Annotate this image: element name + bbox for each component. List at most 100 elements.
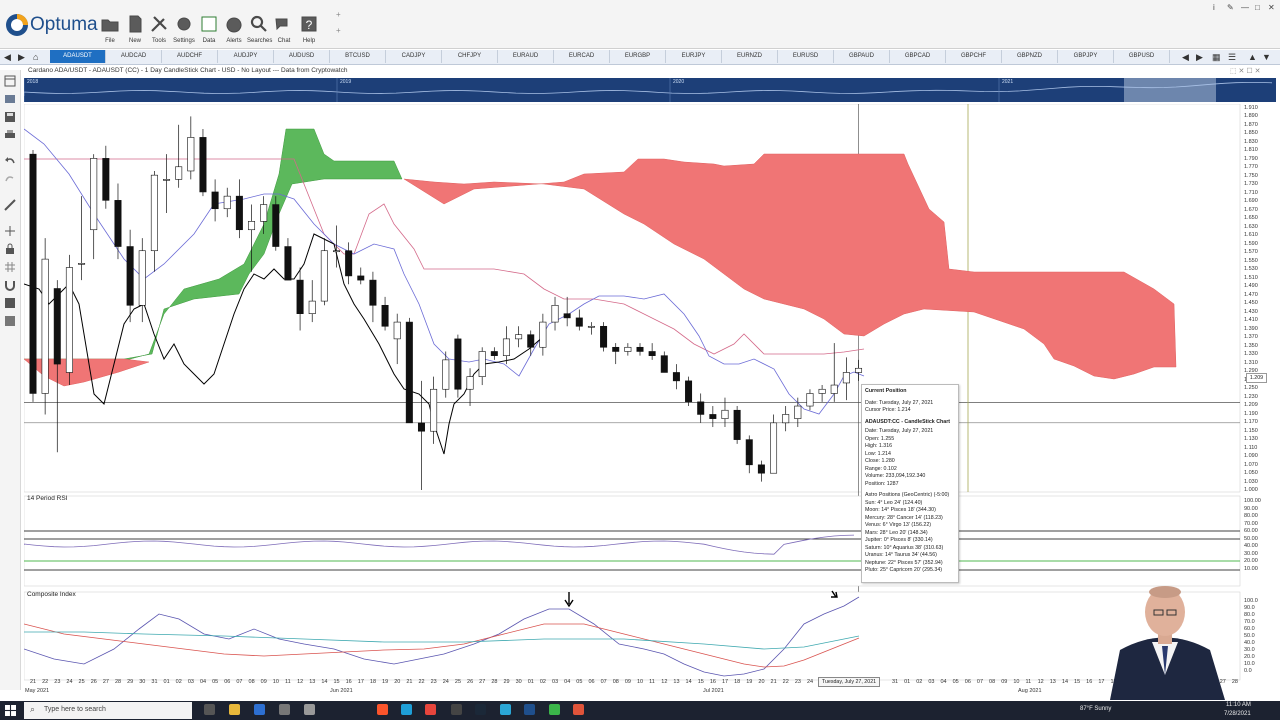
tabs-list-icon[interactable]: ☰ <box>1228 52 1236 63</box>
candle-body <box>357 275 365 281</box>
draw-tool-icon[interactable] <box>4 199 16 211</box>
clock-time[interactable]: 11:10 AM <box>1226 702 1251 708</box>
layout-icon[interactable] <box>4 75 16 87</box>
crosshair-icon[interactable] <box>4 225 16 237</box>
tab-gbpaud[interactable]: GBPAUD <box>834 50 890 63</box>
tab-audcad[interactable]: AUDCAD <box>106 50 162 63</box>
properties-icon[interactable] <box>4 297 16 309</box>
toolbar-searches-button[interactable]: Searches <box>247 14 272 44</box>
month-axis-label: Jul 2021 <box>703 688 724 694</box>
app-icon[interactable] <box>451 704 462 715</box>
undo-icon[interactable] <box>4 155 16 167</box>
store-icon[interactable] <box>254 704 265 715</box>
date-axis-label: 04 <box>940 679 947 685</box>
tab-scroll-left-icon[interactable]: ◀ <box>1182 52 1189 63</box>
tab-eurcad[interactable]: EURCAD <box>554 50 610 63</box>
expand-plus-icon-2[interactable]: + <box>336 26 341 35</box>
workbook-icon[interactable] <box>4 93 16 105</box>
tab-eurnzd[interactable]: EURNZD <box>722 50 778 63</box>
tab-scroll-up-icon[interactable]: ▲ <box>1248 52 1257 62</box>
optuma-taskbar-icon[interactable] <box>524 704 535 715</box>
overview-year-label: 2019 <box>340 79 351 85</box>
steam-icon[interactable] <box>475 704 486 715</box>
alienware-icon[interactable] <box>304 704 315 715</box>
maximize-icon[interactable]: □ <box>1255 3 1260 12</box>
tab-cadjpy[interactable]: CADJPY <box>386 50 442 63</box>
home-icon[interactable]: ⌂ <box>33 52 38 62</box>
tab-scroll-right-icon[interactable]: ▶ <box>1196 52 1203 63</box>
file-explorer-icon[interactable] <box>229 704 240 715</box>
tab-audjpy[interactable]: AUDJPY <box>218 50 274 63</box>
chart-window-controls[interactable]: ⬚ ✕ ☐ ✕ <box>1230 67 1260 75</box>
date-axis-label: 10 <box>1013 679 1020 685</box>
tab-gbpchf[interactable]: GBPCHF <box>946 50 1002 63</box>
magnet-icon[interactable] <box>4 279 16 291</box>
tab-adausdt[interactable]: ADAUSDT <box>50 50 106 63</box>
app-icon-2[interactable] <box>500 704 511 715</box>
tab-audchf[interactable]: AUDCHF <box>162 50 218 63</box>
tab-btcusd[interactable]: BTCUSD <box>330 50 386 63</box>
tab-scroll-down-icon[interactable]: ▼ <box>1262 52 1271 62</box>
price-axis-label: 1.850 <box>1244 130 1258 137</box>
toolbar-settings-button[interactable]: Settings <box>172 14 196 44</box>
pin-icon[interactable]: ✎ <box>1227 3 1234 12</box>
rsi-axis-label: 30.00 <box>1244 550 1258 557</box>
task-view-icon[interactable] <box>204 704 215 715</box>
toolbar-help-button[interactable]: ? Help <box>297 14 321 44</box>
date-axis-label: 09 <box>1001 679 1008 685</box>
tab-eurgbp[interactable]: EURGBP <box>610 50 666 63</box>
date-axis-label: 02 <box>175 679 182 685</box>
price-axis-label: 1.530 <box>1244 266 1258 273</box>
candle-body <box>782 414 790 424</box>
price-axis-label: 1.610 <box>1244 232 1258 239</box>
info-icon[interactable]: i <box>1213 3 1215 12</box>
tabs-menu-icon[interactable]: ▦ <box>1212 52 1221 63</box>
tab-gbpusd[interactable]: GBPUSD <box>1114 50 1170 63</box>
candle-body <box>272 204 280 247</box>
lock-icon[interactable] <box>4 243 16 255</box>
toolbar-alerts-button[interactable]: Alerts <box>222 14 246 44</box>
toolbar-chat-button[interactable]: Chat <box>272 14 296 44</box>
back-arrow-icon[interactable]: ◀ <box>4 52 11 63</box>
camtasia-icon[interactable] <box>549 704 560 715</box>
toolbar-data-button[interactable]: Data <box>197 14 221 44</box>
toolbar-help-label: Help <box>302 38 316 44</box>
composite-axis-label: 40.0 <box>1244 640 1255 646</box>
notes-icon[interactable] <box>4 315 16 327</box>
save-icon[interactable] <box>4 111 16 123</box>
toolbar-file-button[interactable]: File <box>98 14 122 44</box>
toolbar-tools-button[interactable]: Tools <box>147 14 171 44</box>
close-icon[interactable]: ✕ <box>1268 3 1275 12</box>
tab-audusd[interactable]: AUDUSD <box>274 50 330 63</box>
tab-gbpnzd[interactable]: GBPNZD <box>1002 50 1058 63</box>
toolbar-new-button[interactable]: New <box>123 14 147 44</box>
candlestick-chart[interactable] <box>24 104 1276 686</box>
redo-icon[interactable] <box>4 173 16 185</box>
app-icon-3[interactable] <box>573 704 584 715</box>
chrome-browser-icon[interactable] <box>425 704 436 715</box>
tab-chfjpy[interactable]: CHFJPY <box>442 50 498 63</box>
minimize-icon[interactable]: — <box>1241 3 1249 12</box>
windows-start-icon[interactable] <box>5 705 16 716</box>
tab-euraud[interactable]: EURAUD <box>498 50 554 63</box>
popup-line: Pluto: 25° Capricorn 20' (295.34) <box>865 567 943 573</box>
edge-browser-icon[interactable] <box>401 704 412 715</box>
grid-icon[interactable] <box>4 261 16 273</box>
tab-eurusd[interactable]: EURUSD <box>778 50 834 63</box>
candle-body <box>697 401 705 415</box>
expand-plus-icon[interactable]: + <box>336 10 341 19</box>
composite-axis-label: 90.0 <box>1244 605 1255 611</box>
weather-status[interactable]: 87°F Sunny <box>1080 706 1111 712</box>
date-axis-label: 03 <box>928 679 935 685</box>
settings-app-icon[interactable] <box>279 704 290 715</box>
forward-arrow-icon[interactable]: ▶ <box>18 52 25 63</box>
tab-eurjpy[interactable]: EURJPY <box>666 50 722 63</box>
brave-browser-icon[interactable] <box>377 704 388 715</box>
overview-strip[interactable]: 2018 2019 2020 2021 <box>24 78 1276 102</box>
clock-date[interactable]: 7/28/2021 <box>1224 711 1251 717</box>
tab-gbpjpy[interactable]: GBPJPY <box>1058 50 1114 63</box>
print-icon[interactable] <box>4 129 16 141</box>
date-axis-label: 05 <box>212 679 219 685</box>
tab-gbpcad[interactable]: GBPCAD <box>890 50 946 63</box>
candle-body <box>770 422 778 474</box>
